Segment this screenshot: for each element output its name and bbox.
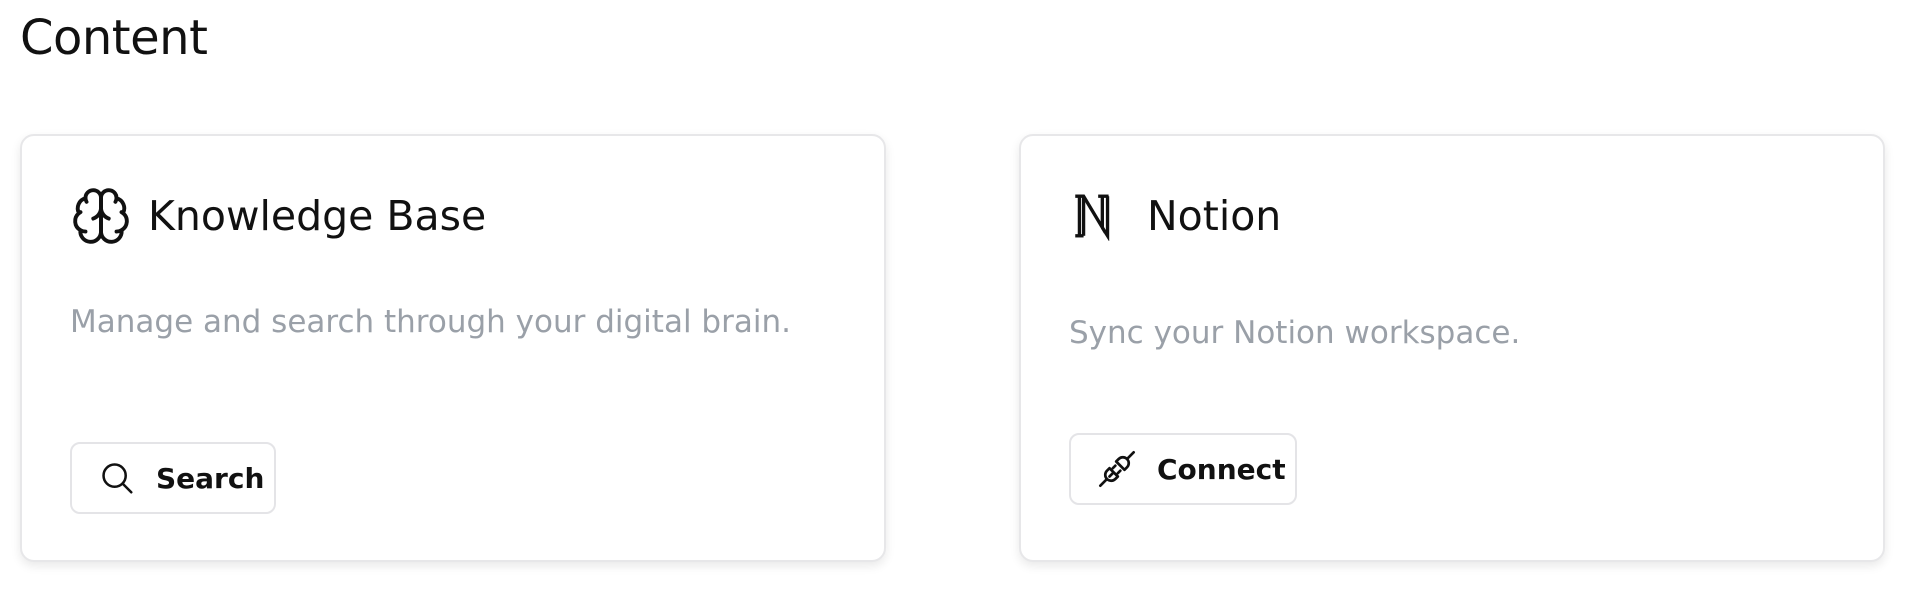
card-description: Manage and search through your digital b… <box>70 304 791 340</box>
search-button-label: Search <box>156 461 265 495</box>
card-header: Knowledge Base <box>70 186 486 246</box>
card-description: Sync your Notion workspace. <box>1069 315 1521 351</box>
notion-card: Notion Sync your Notion workspace. Conne… <box>1019 134 1885 562</box>
knowledge-base-card: Knowledge Base Manage and search through… <box>20 134 886 562</box>
card-title: Knowledge Base <box>148 192 487 240</box>
card-header: Notion <box>1069 186 1281 246</box>
card-title: Notion <box>1147 192 1282 240</box>
page-title: Content <box>20 10 208 66</box>
notion-logo-icon <box>1069 185 1131 247</box>
content-page: Content Knowledge Base Manage and search… <box>0 0 1914 600</box>
plug-connect-icon <box>1097 449 1137 489</box>
connect-button[interactable]: Connect <box>1069 433 1297 505</box>
brain-icon <box>70 185 132 247</box>
search-icon <box>98 458 136 498</box>
connect-button-label: Connect <box>1157 452 1286 486</box>
search-button[interactable]: Search <box>70 442 276 514</box>
